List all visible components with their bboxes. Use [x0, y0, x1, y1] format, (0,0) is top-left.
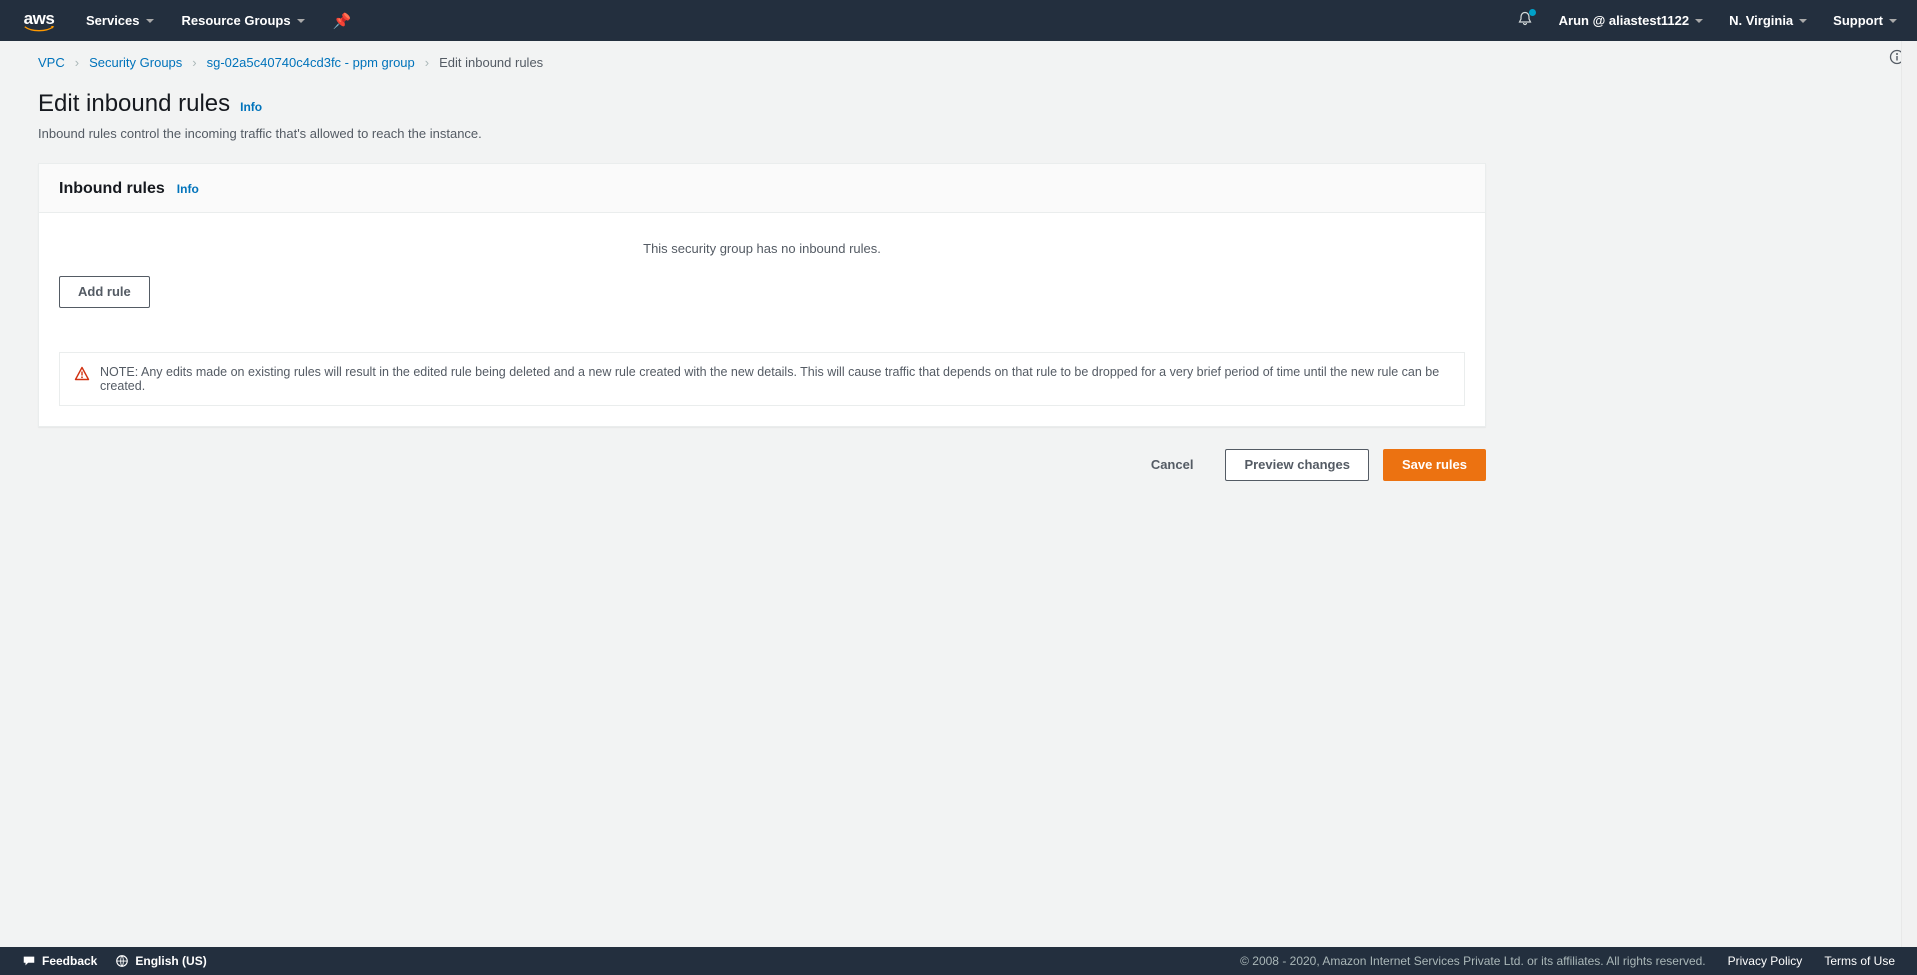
breadcrumb-current: Edit inbound rules — [439, 55, 543, 70]
nav-resource-groups-label: Resource Groups — [182, 13, 291, 28]
breadcrumb-sg-detail[interactable]: sg-02a5c40740c4cd3fc - ppm group — [207, 55, 415, 70]
nav-region[interactable]: N. Virginia — [1729, 13, 1807, 28]
caret-down-icon — [1889, 19, 1897, 23]
footer-left: Feedback English (US) — [22, 954, 207, 968]
nav-support[interactable]: Support — [1833, 13, 1897, 28]
page-title: Edit inbound rules — [38, 90, 230, 118]
breadcrumb: VPC › Security Groups › sg-02a5c40740c4c… — [38, 55, 1486, 70]
nav-region-label: N. Virginia — [1729, 13, 1793, 28]
panel-info-link[interactable]: Info — [177, 182, 199, 196]
panel-title: Inbound rules — [59, 180, 165, 198]
top-navigation: aws Services Resource Groups 📌 Arun @ al… — [0, 0, 1917, 41]
language-selector[interactable]: English (US) — [115, 954, 206, 968]
feedback-link[interactable]: Feedback — [22, 954, 97, 968]
panel-body: This security group has no inbound rules… — [39, 213, 1485, 426]
globe-icon — [115, 954, 129, 968]
preview-changes-button[interactable]: Preview changes — [1225, 449, 1369, 481]
caret-down-icon — [297, 19, 305, 23]
empty-rules-message: This security group has no inbound rules… — [59, 233, 1465, 276]
caret-down-icon — [146, 19, 154, 23]
edit-note-alert: NOTE: Any edits made on existing rules w… — [59, 352, 1465, 406]
nav-support-label: Support — [1833, 13, 1883, 28]
terms-of-use-link[interactable]: Terms of Use — [1824, 954, 1895, 968]
warning-triangle-icon — [74, 366, 90, 382]
page-header: Edit inbound rules Info — [38, 90, 1486, 118]
page-description: Inbound rules control the incoming traff… — [38, 126, 1486, 141]
aws-smile-icon — [20, 26, 58, 32]
save-rules-button[interactable]: Save rules — [1383, 449, 1486, 481]
footer-right: © 2008 - 2020, Amazon Internet Services … — [1240, 954, 1895, 968]
pin-icon[interactable]: 📌 — [333, 12, 352, 30]
panel-header: Inbound rules Info — [39, 164, 1485, 213]
aws-logo[interactable]: aws — [20, 10, 58, 32]
inbound-rules-panel: Inbound rules Info This security group h… — [38, 163, 1486, 427]
edit-note-text: NOTE: Any edits made on existing rules w… — [100, 365, 1450, 393]
breadcrumb-security-groups[interactable]: Security Groups — [89, 55, 182, 70]
nav-account-label: Arun @ aliastest1122 — [1559, 13, 1689, 28]
privacy-policy-link[interactable]: Privacy Policy — [1728, 954, 1803, 968]
form-actions: Cancel Preview changes Save rules — [38, 449, 1486, 481]
nav-services-label: Services — [86, 13, 140, 28]
vertical-scrollbar[interactable] — [1901, 41, 1917, 947]
caret-down-icon — [1799, 19, 1807, 23]
add-rule-button[interactable]: Add rule — [59, 276, 150, 308]
nav-services[interactable]: Services — [86, 13, 154, 28]
page-info-link[interactable]: Info — [240, 100, 262, 114]
speech-bubble-icon — [22, 954, 36, 968]
breadcrumb-vpc[interactable]: VPC — [38, 55, 65, 70]
footer: Feedback English (US) © 2008 - 2020, Ama… — [0, 947, 1917, 975]
caret-down-icon — [1695, 19, 1703, 23]
main-content: VPC › Security Groups › sg-02a5c40740c4c… — [12, 41, 1512, 495]
chevron-right-icon: › — [192, 55, 196, 70]
chevron-right-icon: › — [425, 55, 429, 70]
notification-dot-icon — [1529, 9, 1536, 16]
work-area: VPC › Security Groups › sg-02a5c40740c4c… — [12, 41, 1901, 947]
feedback-label: Feedback — [42, 954, 97, 968]
topnav-left: aws Services Resource Groups 📌 — [20, 10, 351, 32]
copyright-text: © 2008 - 2020, Amazon Internet Services … — [1240, 954, 1706, 968]
topnav-right: Arun @ aliastest1122 N. Virginia Support — [1517, 11, 1897, 30]
chevron-right-icon: › — [75, 55, 79, 70]
cancel-button[interactable]: Cancel — [1133, 450, 1212, 480]
aws-logo-text: aws — [24, 10, 55, 27]
nav-resource-groups[interactable]: Resource Groups — [182, 13, 305, 28]
nav-account[interactable]: Arun @ aliastest1122 — [1559, 13, 1703, 28]
language-label: English (US) — [135, 954, 206, 968]
notifications-button[interactable] — [1517, 11, 1533, 30]
